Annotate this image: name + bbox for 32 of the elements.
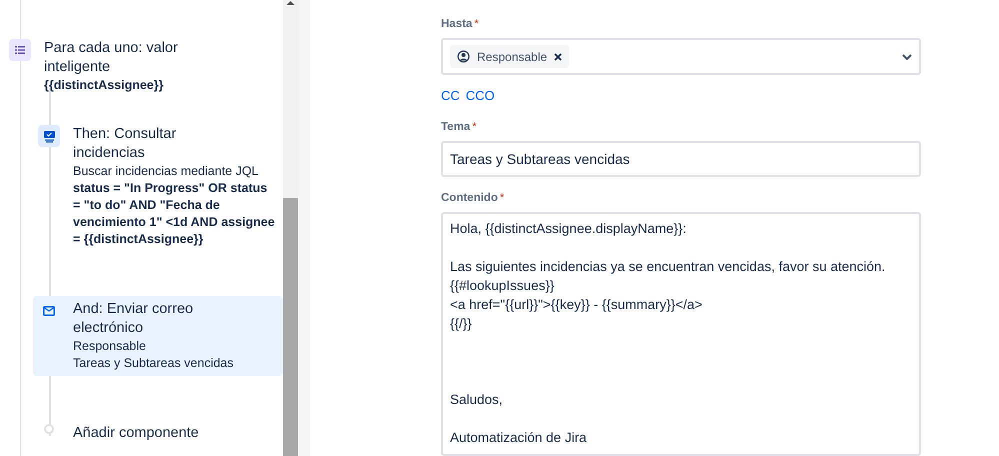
- recipient-select[interactable]: Responsable: [441, 38, 921, 75]
- jql-query-text: {{distinctAssignee}}: [44, 77, 164, 94]
- chevron-down-icon[interactable]: [902, 54, 912, 60]
- list-icon: [9, 39, 31, 61]
- jql-query-text: status = "In Progress" OR status = "to do" AND "Fecha de vencimiento 1" <1d AND assignee = {{distinctAssignee}}: [73, 180, 275, 248]
- step-detail: Buscar incidencias mediante JQL: [73, 163, 260, 180]
- required-asterisk: *: [500, 190, 504, 206]
- cc-link[interactable]: CCO: [466, 86, 495, 106]
- step-title: Añadir componente: [73, 424, 200, 443]
- step-detail: Responsable: [73, 338, 147, 355]
- step-title: Then: Consultar incidencias: [73, 125, 178, 163]
- remove-icon[interactable]: [554, 52, 562, 61]
- chip-label: Responsable: [477, 48, 548, 66]
- field-label: Hasta: [441, 17, 472, 32]
- user-avatar-icon: [457, 50, 470, 64]
- required-asterisk: *: [472, 120, 476, 134]
- required-asterisk: *: [474, 17, 479, 32]
- subject-input-field[interactable]: Tareas y Subtareas vencidas: [441, 140, 921, 177]
- field-label: Contenido: [441, 190, 498, 206]
- step-title: Para cada uno: valor inteligente: [44, 39, 179, 77]
- content-text-area[interactable]: Hola, {{distinctAssignee.displayName}}: Las siguientes incidencias ya se encuentran vencidas, favor su atención. {{#lookupIssues}} <a href="{{url}}">{{key}} - {{summary}}</a> {{/}} Saludos, Automatización de Jira: [441, 212, 921, 456]
- monitor-icon: [38, 125, 60, 147]
- step-item[interactable]: Then: Consultar incidencias Buscar incidencias mediante JQL status = "In Progress" OR status = "to do" AND "Fecha de vencimiento 1" <1d AND assignee = {{distinctAssignee}}: [33, 121, 283, 252]
- step-item[interactable]: Para cada uno: valor inteligente {{distinctAssignee}}: [7, 36, 283, 97]
- scrollbar[interactable]: [283, 0, 298, 456]
- step-item[interactable]: Añadir componente: [33, 420, 283, 447]
- selected-step-card[interactable]: And: Enviar correo electrónico Responsable Tareas y Subtareas vencidas: [33, 296, 283, 376]
- step-detail: Tareas y Subtareas vencidas: [73, 355, 235, 372]
- cc-link[interactable]: CC: [441, 86, 460, 106]
- scrollbar-thumb[interactable]: [283, 198, 298, 456]
- step-title: And: Enviar correo electrónico: [73, 300, 194, 338]
- field-label: Tema: [441, 120, 470, 134]
